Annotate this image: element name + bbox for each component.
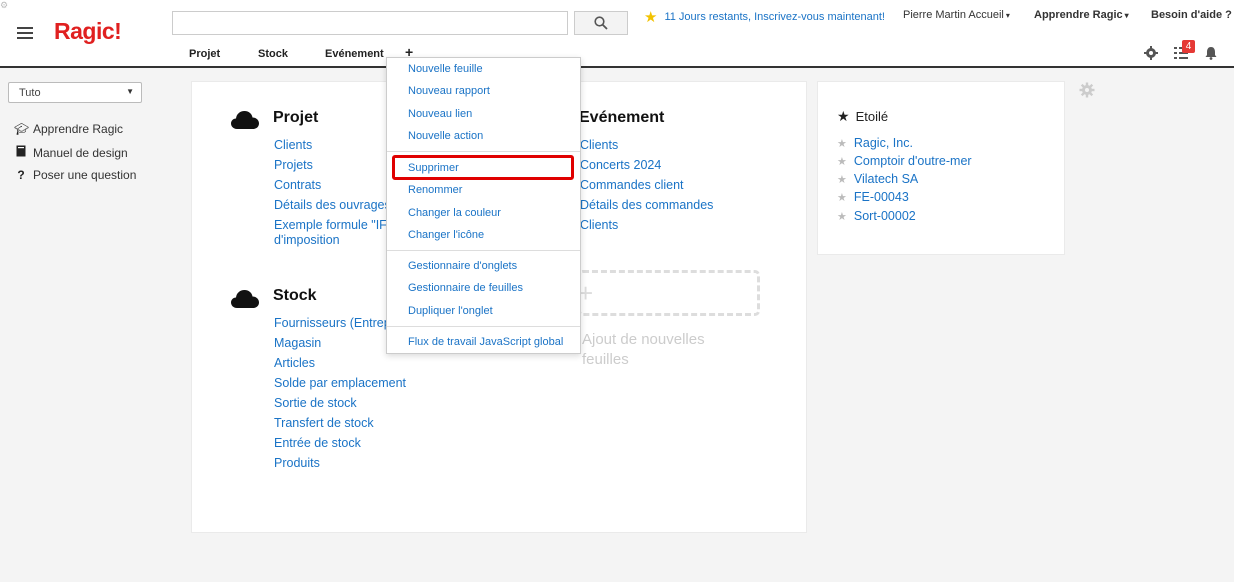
sheet-link[interactable]: Transfert de stock	[274, 416, 374, 431]
section-title-stock[interactable]: Stock	[273, 287, 317, 305]
help-menu[interactable]: Besoin d'aide ?	[1151, 9, 1232, 21]
star-icon: ★	[644, 9, 658, 26]
section-title-evenement[interactable]: Evénement	[579, 109, 664, 127]
starred-item[interactable]: ★ Sort-00002	[837, 209, 916, 223]
star-icon: ★	[837, 191, 847, 204]
star-icon: ★	[837, 210, 847, 223]
learn-menu-label: Apprendre Ragic	[1034, 9, 1123, 21]
star-icon: ★	[837, 173, 847, 186]
sheet-link[interactable]: Solde par emplacement	[274, 376, 406, 391]
sheet-link[interactable]: Clients	[580, 138, 618, 153]
bell-icon[interactable]	[1204, 46, 1218, 60]
cloud-icon	[231, 290, 259, 308]
menu-item-dupliquer-onglet[interactable]: Dupliquer l'onglet	[408, 305, 493, 317]
sheet-link[interactable]: Clients	[580, 218, 618, 233]
book-icon	[14, 145, 28, 160]
sidebar-item-manuel[interactable]: Manuel de design	[14, 145, 128, 160]
sidebar-item-question[interactable]: ? Poser une question	[14, 168, 136, 182]
starred-item[interactable]: ★ Comptoir d'outre-mer	[837, 154, 972, 168]
sheet-link[interactable]: Sortie de stock	[274, 396, 357, 411]
menu-item-gestionnaire-onglets[interactable]: Gestionnaire d'onglets	[408, 260, 517, 272]
notification-badge: 4	[1182, 40, 1195, 53]
starred-item[interactable]: ★ FE-00043	[837, 190, 909, 204]
sheet-link[interactable]: Projets	[274, 158, 313, 173]
caret-down-icon: ▼	[126, 87, 134, 96]
add-sheet-line2: feuilles	[582, 351, 629, 368]
user-menu[interactable]: Pierre Martin Accueil ▾	[903, 9, 1010, 21]
trial-notice[interactable]: ★ 11 Jours restants, Inscrivez-vous main…	[644, 8, 885, 26]
sheet-link[interactable]: Détails des commandes	[580, 198, 713, 213]
menu-item-nouveau-rapport[interactable]: Nouveau rapport	[408, 85, 490, 97]
starred-item-label: FE-00043	[853, 190, 909, 204]
menu-item-changer-icone[interactable]: Changer l'icône	[408, 229, 484, 241]
menu-item-flux-javascript[interactable]: Flux de travail JavaScript global	[408, 336, 563, 348]
sheet-link[interactable]: Contrats	[274, 178, 321, 193]
star-icon: ★	[837, 108, 850, 124]
cloud-icon	[231, 111, 259, 129]
top-header: ⚙ Ragic! ★ 11 Jours restants, Inscrivez-…	[0, 0, 1234, 68]
menu-item-nouvelle-feuille[interactable]: Nouvelle feuille	[408, 63, 483, 75]
star-icon: ★	[837, 155, 847, 168]
chevron-down-icon: ▾	[1005, 11, 1010, 20]
gear-icon[interactable]	[1079, 82, 1095, 98]
sheet-link[interactable]: Clients	[274, 138, 312, 153]
search-button[interactable]	[574, 11, 628, 35]
add-sheet-dropzone[interactable]	[578, 270, 760, 316]
sheet-link[interactable]: Détails des ouvrages	[274, 198, 391, 213]
starred-item[interactable]: ★ Vilatech SA	[837, 172, 918, 186]
sheet-link[interactable]: Exemple formule "IF"	[274, 218, 391, 233]
menu-item-changer-couleur[interactable]: Changer la couleur	[408, 207, 501, 219]
sidebar-item-label: Manuel de design	[33, 145, 128, 160]
menu-item-renommer[interactable]: Renommer	[408, 184, 462, 196]
menu-item-nouveau-lien[interactable]: Nouveau lien	[408, 108, 472, 120]
starred-title: ★ Etoilé	[837, 108, 888, 125]
sidebar-item-label: Apprendre Ragic	[33, 122, 124, 136]
menu-divider	[387, 151, 580, 152]
select-value: Tuto	[19, 87, 41, 99]
search-icon	[594, 16, 608, 30]
user-menu-label: Pierre Martin Accueil	[903, 9, 1004, 21]
sheet-link[interactable]: Commandes client	[580, 178, 684, 193]
sidebar-item-apprendre[interactable]: 🎓︎ Apprendre Ragic	[14, 122, 123, 136]
starred-item[interactable]: ★ Ragic, Inc.	[837, 136, 913, 150]
gear-icon[interactable]: ⚙	[0, 0, 8, 11]
sheet-link[interactable]: Articles	[274, 356, 315, 371]
sheet-link[interactable]: Magasin	[274, 336, 321, 351]
search-input[interactable]	[172, 11, 568, 35]
menu-item-nouvelle-action[interactable]: Nouvelle action	[408, 130, 483, 142]
menu-item-supprimer[interactable]: Supprimer	[408, 162, 459, 174]
star-icon: ★	[837, 137, 847, 150]
starred-item-label: Vilatech SA	[853, 172, 919, 186]
add-sheet-line1: Ajout de nouvelles	[582, 331, 705, 348]
ai-gear-icon[interactable]	[1144, 46, 1158, 60]
sheet-link[interactable]: Concerts 2024	[580, 158, 661, 173]
learn-ragic-menu[interactable]: Apprendre Ragic ▾	[1034, 9, 1129, 21]
starred-item-label: Ragic, Inc.	[853, 136, 913, 150]
tab-projet[interactable]: Projet	[189, 48, 220, 60]
menu-divider	[387, 326, 580, 327]
sidebar-account-select[interactable]: Tuto ▼	[8, 82, 142, 103]
sheet-link[interactable]: Fournisseurs (Entrepr	[274, 316, 395, 331]
sheet-link[interactable]: Produits	[274, 456, 320, 471]
section-title-projet[interactable]: Projet	[273, 109, 318, 127]
sidebar-item-label: Poser une question	[33, 168, 137, 182]
tab-evenement[interactable]: Evénement	[325, 48, 384, 60]
add-sheet-label[interactable]: Ajout de nouvelles feuilles	[582, 330, 705, 370]
question-icon: ?	[17, 168, 25, 182]
hamburger-menu-icon[interactable]	[17, 27, 33, 39]
starred-item-label: Sort-00002	[853, 209, 916, 223]
starred-item-label: Comptoir d'outre-mer	[853, 154, 972, 168]
menu-item-gestionnaire-feuilles[interactable]: Gestionnaire de feuilles	[408, 282, 523, 294]
graduation-cap-icon: 🎓︎	[14, 122, 30, 136]
tab-stock[interactable]: Stock	[258, 48, 288, 60]
trial-text[interactable]: 11 Jours restants, Inscrivez-vous mainte…	[664, 11, 885, 23]
sheet-link[interactable]: Entrée de stock	[274, 436, 361, 451]
menu-divider	[387, 250, 580, 251]
tab-context-menu: Nouvelle feuille Nouveau rapport Nouveau…	[386, 57, 581, 354]
chevron-down-icon: ▾	[1124, 11, 1129, 20]
sheet-link[interactable]: d'imposition	[274, 233, 340, 248]
starred-title-label: Etoilé	[855, 109, 889, 124]
ragic-logo[interactable]: Ragic!	[54, 18, 122, 45]
